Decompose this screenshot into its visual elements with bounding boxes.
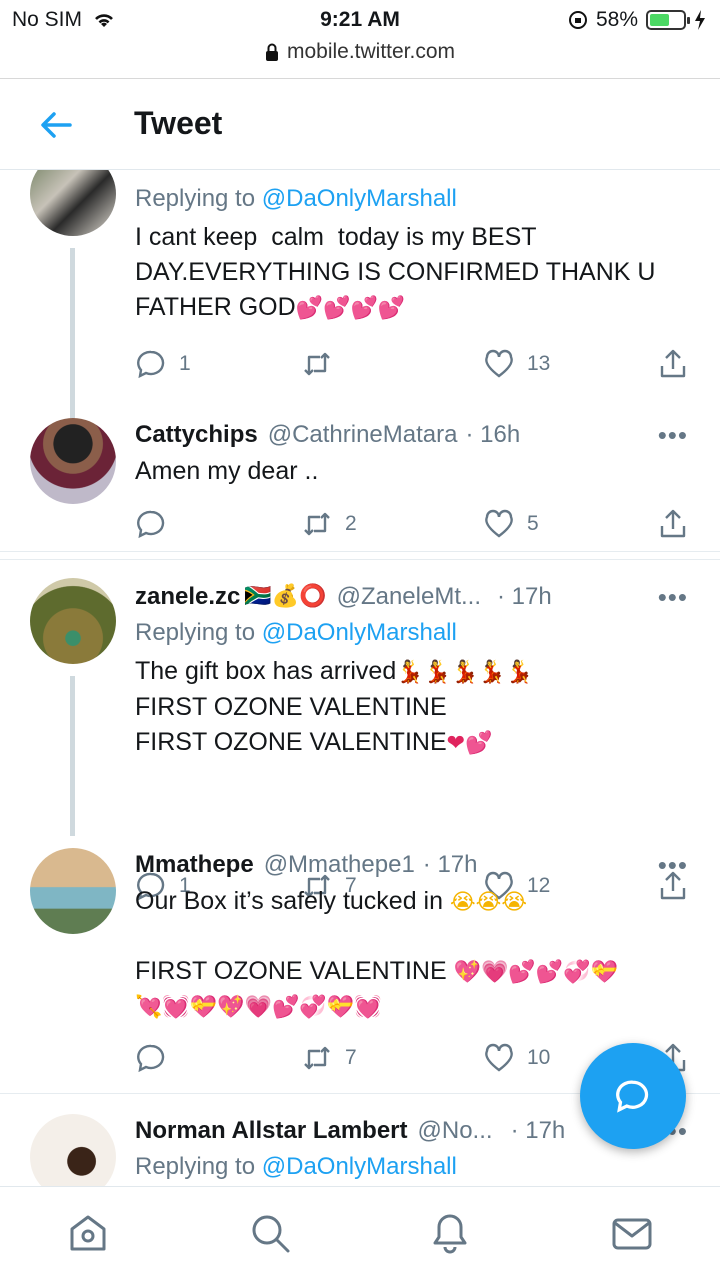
reply-button[interactable]: 1 xyxy=(135,348,191,380)
retweet-button[interactable]: 7 xyxy=(301,1042,357,1074)
reply-icon xyxy=(137,1044,165,1073)
tweet-emoji: 💖💗💕💕💞💝 xyxy=(453,960,618,985)
reply-icon xyxy=(137,350,165,379)
mention-link[interactable]: @DaOnlyMarshall xyxy=(262,185,457,212)
replying-to: Replying to @DaOnlyMarshall xyxy=(135,619,457,646)
notifications-icon[interactable] xyxy=(428,1211,472,1255)
share-icon xyxy=(660,349,686,378)
author-name[interactable]: Mmathepe xyxy=(135,850,254,880)
author-handle[interactable]: @CathrineMatara xyxy=(268,420,458,450)
tweet-text: I cant keep calm today is my BEST DAY.EV… xyxy=(135,223,663,321)
avatar[interactable] xyxy=(30,848,116,934)
reply-count: 1 xyxy=(179,352,191,375)
author-handle[interactable]: @No... xyxy=(418,1116,493,1146)
heart-icon xyxy=(485,1043,513,1072)
retweet-icon xyxy=(304,512,330,536)
charging-icon xyxy=(695,10,705,30)
lock-icon xyxy=(265,43,278,61)
tweet-time: · 16h xyxy=(465,421,521,448)
author-handle[interactable]: @Mmathepe1 xyxy=(264,850,415,880)
orientation-lock-icon xyxy=(568,11,587,29)
tweet-text: Amen my dear .. xyxy=(135,457,319,485)
tweet-emoji: 💘💓💝💖💗💕💞💝💓 xyxy=(135,995,382,1020)
tweet-time: · 17h xyxy=(422,851,478,878)
author-handle[interactable]: @ZaneleMt... xyxy=(337,582,481,612)
search-icon[interactable] xyxy=(248,1211,292,1255)
tweet-text: Our Box it’s safely tucked in 😭😭😭 FIRST O… xyxy=(135,884,700,1025)
mention-link[interactable]: @DaOnlyMarshall xyxy=(262,1153,457,1180)
avatar[interactable] xyxy=(30,1114,116,1194)
compose-reply-button[interactable] xyxy=(580,1043,686,1149)
tweet-time: · 17h xyxy=(510,1117,566,1144)
tweet-time: · 17h xyxy=(497,583,552,610)
retweet-icon xyxy=(304,1046,330,1070)
thread-line xyxy=(70,676,75,836)
tweet[interactable]: Cattychips @CathrineMatara · 16h ••• Ame… xyxy=(0,408,720,560)
page-title: Tweet xyxy=(134,105,223,141)
messages-icon[interactable] xyxy=(610,1211,654,1255)
share-button[interactable] xyxy=(657,348,689,380)
like-count: 10 xyxy=(527,1046,551,1069)
retweet-icon xyxy=(304,352,330,376)
url-text: mobile.twitter.com xyxy=(286,40,456,63)
heart-icon xyxy=(485,509,513,538)
battery-icon xyxy=(646,10,690,30)
retweet-button[interactable]: 2 xyxy=(301,508,357,540)
retweet-button[interactable] xyxy=(301,348,345,380)
tweet[interactable]: zanele.zc 🇿🇦💰⭕ @ZaneleMt... · 17h ••• Re… xyxy=(0,570,720,901)
bottom-nav xyxy=(0,1186,720,1280)
share-icon xyxy=(660,509,686,538)
status-bar: No SIM 9:21 AM 58% xyxy=(0,0,720,40)
url-bar[interactable]: mobile.twitter.com xyxy=(0,40,720,64)
tweet-emoji: ❤💕 xyxy=(446,731,493,756)
avatar[interactable] xyxy=(30,418,116,504)
more-icon[interactable]: ••• xyxy=(658,582,688,613)
like-button[interactable]: 10 xyxy=(483,1042,550,1074)
tweet-text: The gift box has arrived💃💃💃💃💃 FIRST OZONE… xyxy=(135,657,534,756)
like-count: 13 xyxy=(527,352,551,375)
author-name[interactable]: Cattychips xyxy=(135,420,258,450)
tweet-emoji: 💃💃💃💃💃 xyxy=(396,660,534,685)
tweet-actions: 1 13 xyxy=(135,348,695,384)
more-icon[interactable]: ••• xyxy=(658,850,688,881)
avatar[interactable] xyxy=(30,578,116,664)
retweet-count: 2 xyxy=(345,512,357,535)
battery-percent: 58% xyxy=(595,8,638,31)
tweet-emoji: 💕💕💕💕 xyxy=(295,296,406,321)
replying-to: Replying to @DaOnlyMarshall xyxy=(135,1153,457,1180)
home-icon[interactable] xyxy=(66,1211,110,1255)
like-button[interactable]: 13 xyxy=(483,348,550,380)
author-name[interactable]: Norman Allstar Lambert xyxy=(135,1116,408,1146)
reply-button[interactable] xyxy=(135,508,179,540)
tweet-actions: 2 5 xyxy=(135,508,695,544)
mention-link[interactable]: @DaOnlyMarshall xyxy=(262,619,457,646)
reply-button[interactable] xyxy=(135,1042,179,1074)
like-button[interactable]: 5 xyxy=(483,508,539,540)
replying-to: Replying to @DaOnlyMarshall xyxy=(135,185,457,212)
heart-icon xyxy=(485,349,513,378)
compose-reply-icon xyxy=(616,1080,649,1113)
page-header: Tweet xyxy=(0,78,720,170)
name-emoji: 🇿🇦💰⭕ xyxy=(244,584,327,609)
more-icon[interactable]: ••• xyxy=(658,420,688,451)
arrow-left-icon[interactable] xyxy=(36,105,76,145)
retweet-count: 7 xyxy=(345,1046,357,1069)
like-count: 5 xyxy=(527,512,539,535)
reply-icon xyxy=(137,510,165,539)
author-name[interactable]: zanele.zc xyxy=(135,582,240,612)
tweet-emoji: 😭😭😭 xyxy=(449,890,528,915)
share-button[interactable] xyxy=(657,508,689,540)
